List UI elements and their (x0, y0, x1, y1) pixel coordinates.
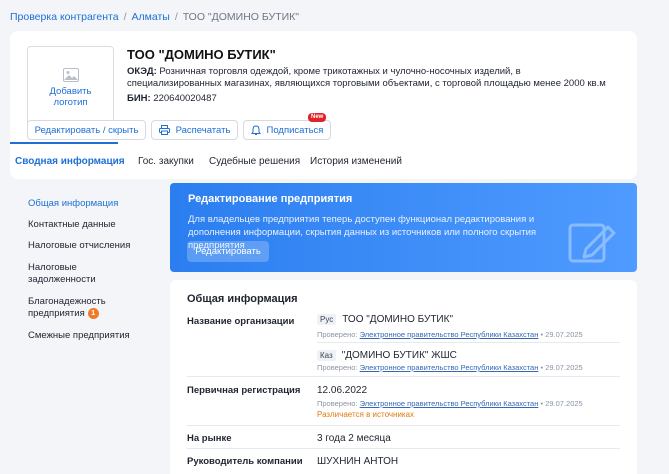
edit-hide-label: Редактировать / скрыть (34, 124, 139, 136)
breadcrumb-link-city[interactable]: Алматы (131, 11, 169, 23)
sidebar-item-general[interactable]: Общая информация (28, 198, 138, 210)
print-button[interactable]: Распечатать (151, 120, 238, 140)
print-label: Распечатать (175, 124, 231, 136)
breadcrumb-separator: / (123, 11, 127, 23)
company-name: ТОО "ДОМИНО БУТИК" (127, 47, 276, 62)
org-name-ru-value: ТОО "ДОМИНО БУТИК" (342, 314, 453, 325)
general-info-card: Общая информация Название организации Ру… (170, 280, 637, 474)
bin-value: 220640020487 (153, 93, 217, 104)
divider (317, 342, 620, 343)
head-label: Руководитель компании (187, 456, 303, 467)
printer-icon (158, 125, 170, 135)
verified-date: • 29.07.2025 (540, 363, 583, 372)
bin-label: БИН: (127, 93, 151, 104)
tab-gov-procurement[interactable]: Гос. закупки (138, 156, 194, 167)
sidebar-item-related[interactable]: Смежные предприятия (28, 330, 138, 342)
verified-prefix: Проверено: (317, 399, 358, 408)
tab-change-history[interactable]: История изменений (310, 156, 402, 167)
breadcrumb-current: ТОО "ДОМИНО БУТИК" (182, 11, 300, 23)
general-info-title: Общая информация (187, 293, 298, 305)
lang-tag-kz: Каз (317, 350, 336, 361)
subscribe-label: Подписаться (266, 124, 324, 136)
sidebar-item-contacts[interactable]: Контактные данные (28, 219, 138, 231)
breadcrumb-link-check[interactable]: Проверка контрагента (10, 11, 119, 23)
oked: ОКЭД: Розничная торговля одеждой, кроме … (127, 66, 617, 90)
verified-prefix: Проверено: (317, 363, 358, 372)
breadcrumb: Проверка контрагента / Алматы / ТОО "ДОМ… (10, 11, 299, 23)
divider (187, 425, 620, 426)
add-logo-label: Добавить логотип (49, 86, 92, 108)
bell-icon (250, 124, 261, 135)
org-name-kz-value: "ДОМИНО БУТИК" ЖШС (341, 350, 457, 361)
banner-edit-button[interactable]: Редактировать (187, 241, 269, 262)
image-placeholder-icon (62, 68, 79, 82)
verified-line: Проверено: Электронное правительство Рес… (317, 363, 583, 372)
verified-date: • 29.07.2025 (540, 399, 583, 408)
reliability-count-badge: 1 (87, 308, 99, 319)
lang-tag-ru: Рус (317, 314, 337, 325)
source-link[interactable]: Электронное правительство Республики Каз… (360, 399, 539, 408)
subscribe-button[interactable]: Подписаться (243, 120, 331, 140)
sidebar-item-tax-payments[interactable]: Налоговые отчисления (28, 240, 138, 252)
oked-text: Розничная торговля одеждой, кроме трикот… (127, 66, 606, 89)
head-value[interactable]: ШУХНИН АНТОН (317, 456, 398, 467)
registration-label: Первичная регистрация (187, 385, 301, 396)
source-mismatch-note: Различается в источниках (317, 410, 415, 419)
sidebar-item-reliability[interactable]: Благонадежность предприятия 1 (28, 296, 118, 320)
edit-company-banner: Редактирование предприятия Для владельце… (170, 183, 637, 272)
divider (187, 448, 620, 449)
market-label: На рынке (187, 433, 232, 444)
edit-document-icon (568, 223, 616, 263)
org-name-kz: Каз "ДОМИНО БУТИК" ЖШС (317, 350, 457, 361)
sidebar-item-tax-debts[interactable]: Налоговые задолженности (28, 262, 108, 286)
verified-prefix: Проверено: (317, 330, 358, 339)
verified-date: • 29.07.2025 (540, 330, 583, 339)
verified-line: Проверено: Электронное правительство Рес… (317, 399, 583, 408)
edit-hide-button[interactable]: Редактировать / скрыть (27, 120, 146, 140)
source-link[interactable]: Электронное правительство Республики Каз… (360, 363, 539, 372)
verified-line: Проверено: Электронное правительство Рес… (317, 330, 583, 339)
tab-court-decisions[interactable]: Судебные решения (209, 156, 300, 167)
divider (187, 376, 620, 377)
add-logo-button[interactable]: Добавить логотип (27, 46, 114, 130)
registration-value: 12.06.2022 (317, 385, 368, 396)
active-tab-indicator (10, 142, 118, 144)
bin: БИН: 220640020487 (127, 93, 217, 104)
market-value: 3 года 2 месяца (317, 433, 391, 444)
breadcrumb-separator: / (174, 11, 178, 23)
org-name-label: Название организации (187, 316, 295, 327)
banner-title: Редактирование предприятия (188, 193, 353, 205)
new-badge: New (308, 113, 327, 122)
oked-label: ОКЭД: (127, 66, 157, 77)
source-link[interactable]: Электронное правительство Республики Каз… (360, 330, 539, 339)
org-name-ru: Рус ТОО "ДОМИНО БУТИК" (317, 314, 453, 325)
company-card: Добавить логотип ТОО "ДОМИНО БУТИК" ОКЭД… (10, 31, 637, 179)
tab-summary[interactable]: Сводная информация (15, 156, 125, 167)
